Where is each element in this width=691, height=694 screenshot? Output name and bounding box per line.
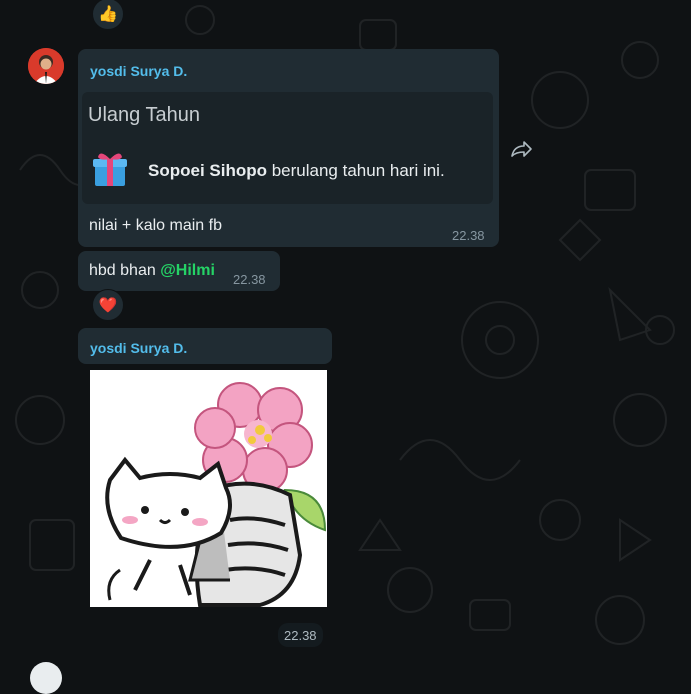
heart-icon: ❤️: [98, 297, 118, 314]
message-text: nilai + kalo main fb: [89, 217, 222, 234]
birthday-message: berulang tahun hari ini.: [267, 161, 445, 180]
thumbs-up-icon: 👍: [98, 6, 118, 23]
gift-icon: [93, 153, 127, 186]
message-text: hbd bhan @Hilmi: [89, 262, 215, 280]
card-text: Sopoei Sihopo berulang tahun hari ini.: [148, 161, 445, 181]
sender-name[interactable]: yosdi Surya D.: [90, 63, 187, 79]
forward-arrow-icon[interactable]: [509, 138, 533, 160]
person-avatar-icon: [28, 48, 64, 84]
avatar[interactable]: [28, 48, 64, 84]
message-time: 22.38: [452, 228, 485, 243]
sender-name[interactable]: yosdi Surya D.: [90, 340, 187, 356]
message-time: 22.38: [233, 272, 266, 287]
sticker-image[interactable]: [90, 370, 327, 607]
sticker-time: 22.38: [278, 623, 323, 647]
birthday-person-name: Sopoei Sihopo: [148, 161, 267, 180]
message-body: hbd bhan: [89, 262, 161, 279]
cat-flower-sticker: [105, 382, 327, 607]
card-title: Ulang Tahun: [88, 104, 200, 126]
mention-link[interactable]: @Hilmi: [160, 262, 215, 279]
birthday-card[interactable]: Ulang Tahun Sopoei Sihopo berulang tahun…: [82, 92, 493, 204]
heart-reaction[interactable]: ❤️: [92, 289, 124, 321]
